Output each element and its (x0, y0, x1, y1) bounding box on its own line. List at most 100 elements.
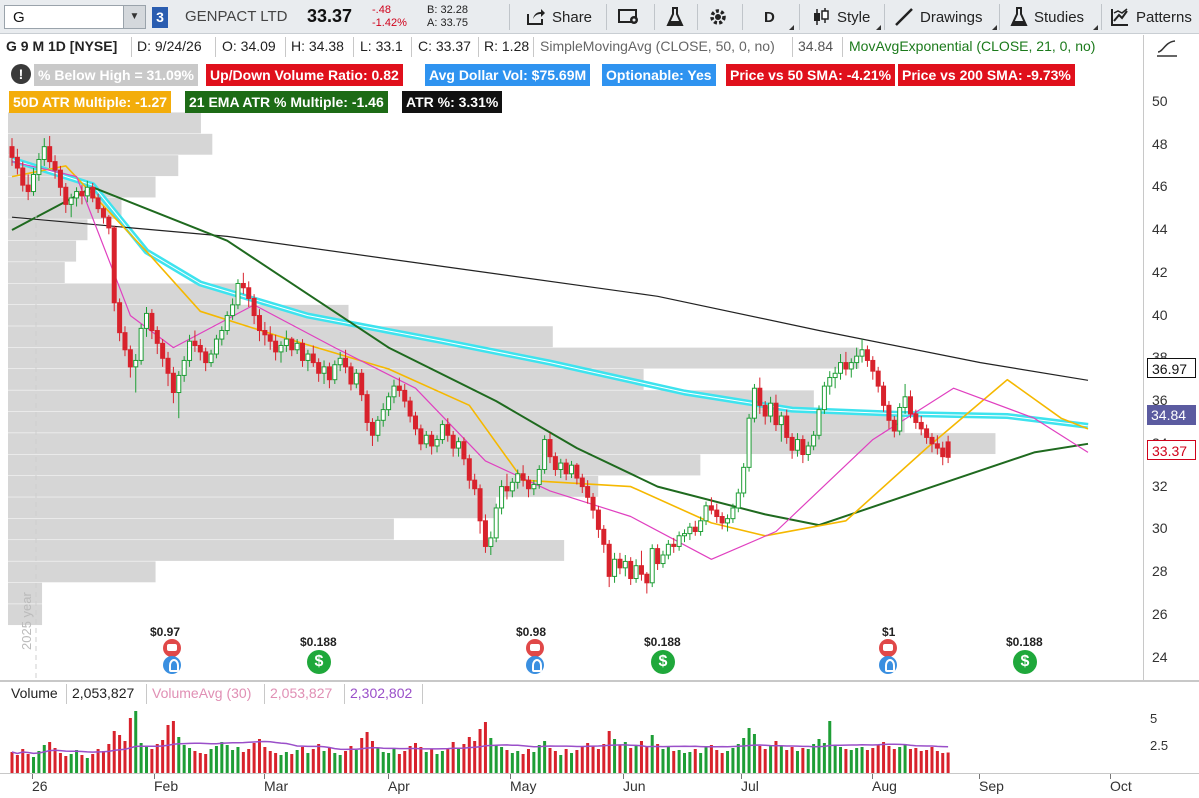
volume-profile-bar (8, 518, 394, 540)
share-button[interactable]: Share (526, 5, 592, 29)
volume-bar (849, 750, 853, 773)
sma-study-label[interactable]: SimpleMovingAvg (CLOSE, 50, 0, no) (540, 38, 775, 54)
candle-body (542, 439, 548, 470)
dividend-icon[interactable]: $ (307, 650, 331, 674)
volume-bar (295, 750, 299, 773)
volume-bar (370, 741, 374, 773)
drawing-tool-icon[interactable] (1155, 38, 1179, 58)
candle-body (289, 338, 295, 351)
volume-bar (26, 754, 30, 773)
style-dropdown-marker (876, 25, 881, 30)
candle-body (343, 357, 349, 368)
volume-study-label[interactable]: Volume (11, 685, 58, 701)
pane-divider[interactable] (0, 680, 1199, 682)
volume-bar (161, 740, 165, 773)
earnings-bulb-icon[interactable] (879, 656, 897, 674)
settings-button[interactable] (708, 5, 728, 29)
patterns-button[interactable]: Patterns (1110, 5, 1192, 29)
earnings-bulb-icon[interactable] (163, 656, 181, 674)
candle-body (881, 385, 887, 406)
volume-bar (521, 754, 525, 773)
drawings-label: Drawings (920, 8, 983, 26)
header-separator (215, 37, 216, 57)
candle-body (423, 434, 429, 445)
drawings-button[interactable]: Drawings (894, 5, 983, 29)
volume-bar (311, 749, 315, 773)
volume-bar (424, 752, 428, 773)
studies-button[interactable]: Studies (1010, 5, 1084, 29)
candle-body (848, 362, 854, 370)
time-axis[interactable]: 26 Feb Mar Apr May Jun Jul Aug Sep Oct (0, 773, 1199, 798)
volume-bar (553, 751, 557, 773)
period-button[interactable]: D (764, 5, 775, 29)
candle-body (628, 560, 634, 580)
badge-avg-dollar-vol: Avg Dollar Vol: $75.69M (425, 64, 591, 86)
style-button[interactable]: Style (811, 5, 870, 29)
candle-body (445, 424, 451, 436)
earnings-value: $0.98 (516, 625, 547, 639)
volume-bar (688, 752, 692, 773)
volume-bar (801, 748, 805, 773)
candle-body (649, 548, 655, 584)
earnings-icon[interactable] (526, 639, 544, 657)
volume-bar (661, 749, 665, 773)
earnings-icon[interactable] (879, 639, 897, 657)
volume-bar (107, 744, 111, 773)
candle-body (256, 315, 262, 332)
studies-dropdown-marker (1093, 25, 1098, 30)
month-label: Oct (1110, 778, 1132, 794)
price-chart[interactable] (0, 59, 1143, 679)
month-label: Sep (979, 778, 1004, 794)
candle-body (240, 282, 246, 289)
link-group-badge[interactable]: 3 (152, 7, 168, 28)
dividend-icon[interactable]: $ (1013, 650, 1037, 674)
dividend-icon[interactable]: $ (651, 650, 675, 674)
candle-body (353, 372, 359, 385)
period-label: D (764, 8, 775, 26)
volume-bar (752, 734, 756, 773)
volume-bar (645, 747, 649, 773)
candle-body (725, 518, 731, 524)
volume-bar (231, 750, 235, 773)
candle-body (472, 479, 478, 490)
dividend-value: $0.188 (1006, 635, 1043, 649)
volume-bar (403, 751, 407, 773)
chart-settings-button[interactable] (618, 5, 640, 29)
candle-body (477, 488, 483, 522)
candle-body (504, 486, 510, 492)
volume-bar (618, 745, 622, 773)
volume-bar (85, 758, 89, 773)
volume-bar (629, 748, 633, 773)
studies-flask-button[interactable] (666, 5, 684, 29)
percent-change: -1.42% (372, 17, 407, 29)
volume-bar (591, 746, 595, 773)
volume-bar (408, 746, 412, 773)
candle-body (692, 526, 698, 532)
candle-body (918, 421, 924, 430)
volume-chart[interactable] (0, 705, 1143, 773)
volume-avg-label[interactable]: VolumeAvg (30) (152, 685, 251, 701)
volume-bar (236, 747, 240, 773)
earnings-bulb-icon[interactable] (526, 656, 544, 674)
candle-body (730, 507, 736, 520)
symbol-dropdown-button[interactable]: ▼ (123, 6, 145, 28)
info-icon[interactable]: ! (11, 64, 31, 84)
bar-open: O: 34.09 (222, 38, 276, 54)
candle-body (633, 565, 639, 580)
volume-bar (171, 721, 175, 773)
header-separator (131, 37, 132, 57)
candle-body (375, 419, 381, 436)
volume-bar (779, 746, 783, 773)
volume-value: 2,053,827 (72, 685, 135, 701)
candle-body (74, 191, 80, 199)
symbol-input[interactable]: G ▼ (4, 5, 146, 29)
candle-body (741, 466, 747, 494)
ema-study-label[interactable]: MovAvgExponential (CLOSE, 21, 0, no) (849, 38, 1095, 54)
candle-body (827, 377, 833, 387)
flask-icon (666, 7, 684, 26)
volume-bar (478, 729, 482, 773)
candle-body (595, 509, 601, 530)
earnings-icon[interactable] (163, 639, 181, 657)
candle-body (499, 486, 505, 509)
volume-profile-bar (8, 112, 201, 134)
